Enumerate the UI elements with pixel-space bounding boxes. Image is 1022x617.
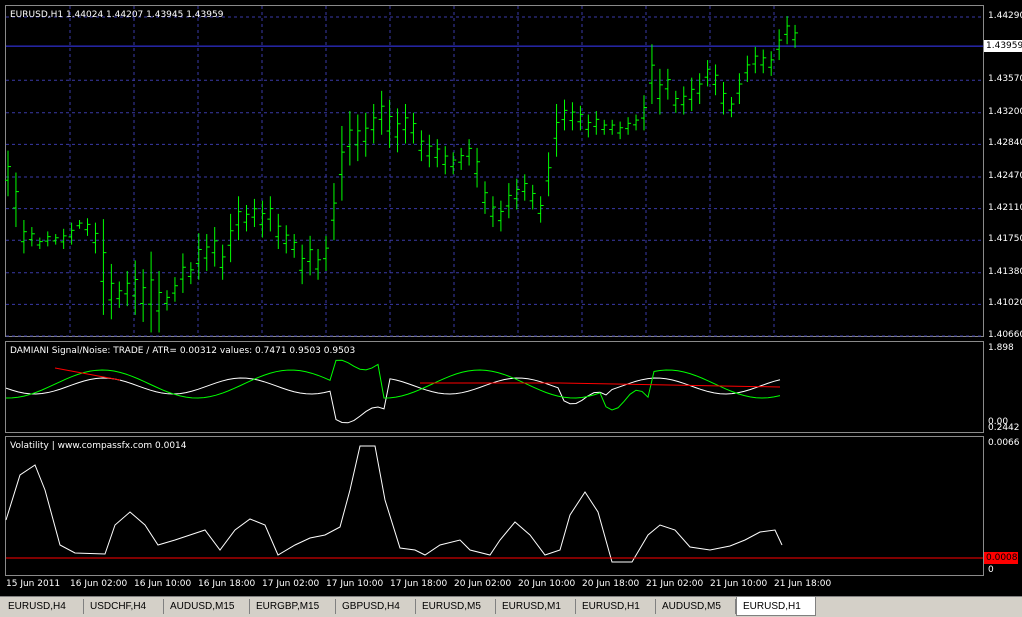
volatility-label-top: 0.0066 [988,438,1020,448]
main-chart-info: EURUSD,H1 1.44024 1.44207 1.43945 1.4395… [10,10,224,20]
time-axis-label: 20 Jun 18:00 [582,579,640,589]
current-price-tag: 1.43959 [984,40,1022,52]
volatility-label-bottom: 0 [988,565,994,575]
damiani-label-top: 1.898 [988,343,1014,353]
time-axis-label: 21 Jun 10:00 [710,579,768,589]
time-axis-label: 21 Jun 18:00 [774,579,832,589]
volatility-info: Volatility | www.compassfx.com 0.0014 [10,441,187,451]
volatility-line [5,445,783,563]
time-axis-label: 16 Jun 02:00 [70,579,128,589]
time-axis-label: 16 Jun 10:00 [134,579,192,589]
price-axis-label: 1.41380 [988,266,1022,277]
chart-tab[interactable]: EURGBP,M15 [250,599,336,614]
price-axis-label: 1.42470 [988,170,1022,181]
chart-tab[interactable]: EURUSD,H4 [2,599,84,614]
price-axis-label: 1.42110 [988,202,1022,213]
time-axis-label: 15 Jun 2011 [6,579,61,589]
time-axis-label: 17 Jun 18:00 [390,579,448,589]
time-axis-label: 17 Jun 10:00 [326,579,384,589]
time-axis-label: 20 Jun 02:00 [454,579,512,589]
price-axis-label: 1.43200 [988,106,1022,117]
chart-tab-bar: EURUSD,H4 USDCHF,H4 AUDUSD,M15 EURGBP,M15 GB… [0,596,1022,617]
chart-tab[interactable]: EURUSD,M5 [416,599,496,614]
time-axis-label: 21 Jun 02:00 [646,579,704,589]
time-axis-label: 20 Jun 10:00 [518,579,576,589]
chart-tab[interactable]: GBPUSD,H4 [336,599,416,614]
damiani-label-bottom-b: 0.2442 [988,423,1020,433]
price-axis-label: 1.44290 [988,11,1022,21]
chart-tab[interactable]: EURUSD,M1 [496,599,576,614]
time-axis-label: 16 Jun 18:00 [198,579,256,589]
chart-tab[interactable]: USDCHF,H4 [84,599,164,614]
chart-canvas [5,6,983,563]
price-axis-label: 1.41750 [988,234,1022,245]
time-axis-label: 17 Jun 02:00 [262,579,320,589]
chart-tab[interactable]: EURUSD,H1 [576,599,656,614]
price-axis-label: 1.43570 [988,74,1022,85]
chart-tab[interactable]: EURUSD,H1 [736,597,816,616]
chart-tab[interactable]: AUDUSD,M15 [164,599,250,614]
price-axis-label: 1.42840 [988,138,1022,149]
damiani-info: DAMIANI Signal/Noise: TRADE / ATR= 0.003… [10,346,356,356]
damiani-threshold-line [54,367,781,388]
price-axis-label: 1.40660 [988,330,1022,340]
volatility-level-tag: 0.0008 [984,552,1018,564]
price-axis-label: 1.41020 [988,298,1022,309]
chart-tab[interactable]: AUDUSD,M5 [656,599,736,614]
